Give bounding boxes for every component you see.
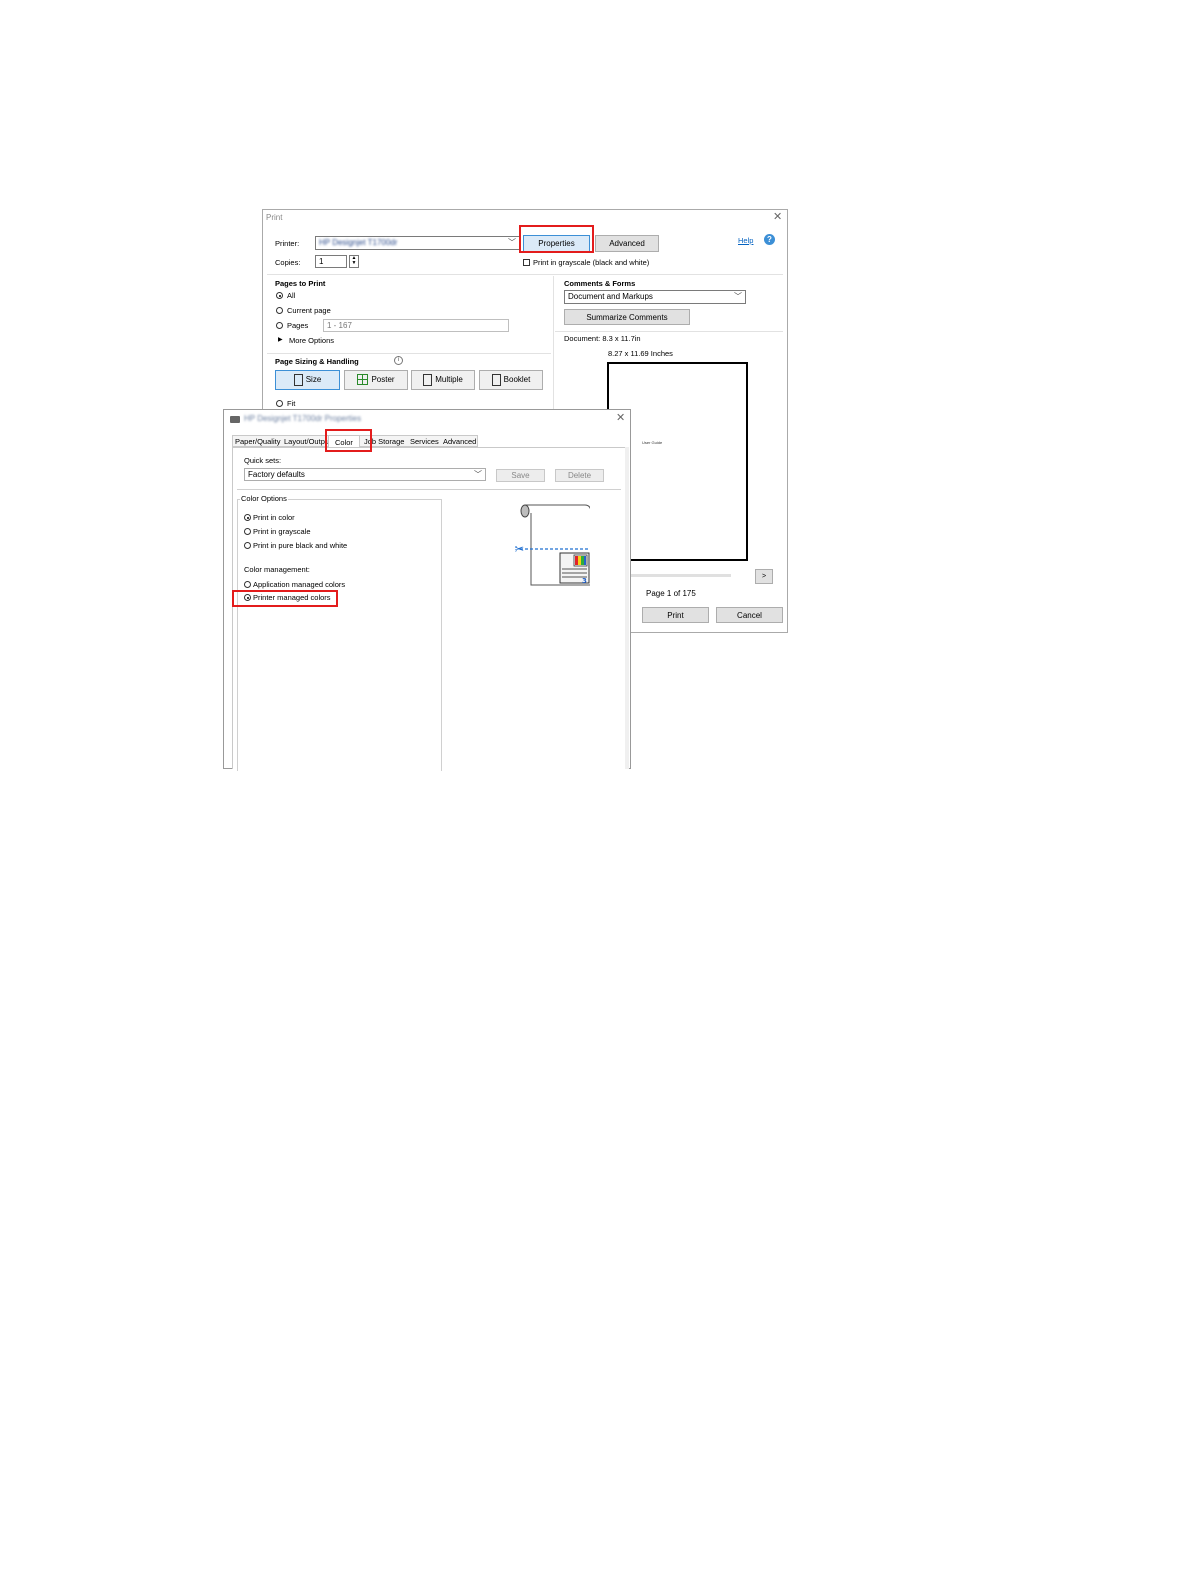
- summarize-comments-button[interactable]: Summarize Comments: [564, 309, 690, 325]
- copies-stepper[interactable]: ▲ ▼: [349, 255, 359, 268]
- size-button[interactable]: Size: [275, 370, 340, 390]
- quick-sets-label: Quick sets:: [244, 456, 282, 465]
- printer-select[interactable]: HP Designjet T1700dr ﹀: [315, 236, 520, 250]
- tab-services[interactable]: Services: [410, 437, 439, 447]
- preview-page-text: User Guide: [642, 440, 663, 445]
- help-icon[interactable]: ?: [764, 234, 775, 245]
- color-options-title: Color Options: [240, 494, 288, 503]
- comments-value: Document and Markups: [568, 292, 653, 301]
- roll-paper-illustration: ✂ 3: [514, 501, 592, 586]
- dialog-right-edge: [625, 447, 629, 769]
- svg-text:✂: ✂: [515, 542, 524, 556]
- booklet-button[interactable]: Booklet: [479, 370, 543, 390]
- poster-icon: [357, 374, 369, 386]
- quick-sets-select[interactable]: Factory defaults ﹀: [244, 468, 486, 481]
- poster-label: Poster: [371, 375, 395, 384]
- print-button[interactable]: Print: [642, 607, 709, 623]
- divider: [267, 274, 783, 275]
- page-dimensions-label: 8.27 x 11.69 Inches: [608, 349, 673, 358]
- printer-label: Printer:: [275, 239, 300, 248]
- color-management-label: Color management:: [244, 565, 310, 574]
- color-tab-highlight: [325, 429, 372, 452]
- print-pure-bw-label: Print in pure black and white: [253, 541, 348, 550]
- properties-dialog-title: HP Designjet T1700dr Properties: [244, 414, 362, 423]
- multiple-button[interactable]: Multiple: [411, 370, 475, 390]
- more-options-label[interactable]: More Options: [289, 336, 334, 345]
- booklet-icon: [491, 373, 501, 386]
- divider: [555, 331, 783, 332]
- chevron-down-icon: ﹀: [474, 470, 482, 479]
- roll-printer-icon: ✂ 3: [514, 504, 592, 586]
- pages-to-print-title: Pages to Print: [275, 279, 326, 288]
- copies-label: Copies:: [275, 258, 301, 267]
- quick-sets-value: Factory defaults: [248, 470, 305, 479]
- all-label: All: [287, 291, 296, 300]
- save-button[interactable]: Save: [496, 469, 545, 482]
- all-radio[interactable]: [276, 292, 283, 299]
- print-in-grayscale-label: Print in grayscale: [253, 527, 311, 536]
- properties-dialog: HP Designjet T1700dr Properties ✕ Paper/…: [223, 409, 631, 771]
- grayscale-checkbox[interactable]: [523, 259, 530, 266]
- help-link[interactable]: Help: [738, 236, 753, 245]
- print-dialog-title: Print: [266, 213, 283, 222]
- printer-managed-highlight: [232, 590, 338, 607]
- current-page-radio[interactable]: [276, 307, 283, 314]
- multiple-label: Multiple: [435, 375, 463, 384]
- pages-label: Pages: [287, 321, 309, 330]
- page-indicator: Page 1 of 175: [646, 589, 696, 598]
- close-icon[interactable]: ✕: [616, 413, 625, 424]
- print-in-grayscale-radio[interactable]: [244, 528, 251, 535]
- copies-input[interactable]: 1: [315, 255, 347, 268]
- page-sizing-title: Page Sizing & Handling: [275, 357, 359, 366]
- properties-highlight: [519, 225, 594, 253]
- booklet-label: Booklet: [503, 375, 531, 384]
- multiple-pages-icon: [423, 373, 433, 386]
- application-managed-label: Application managed colors: [253, 580, 346, 589]
- printer-icon: [230, 416, 240, 423]
- pages-range-input[interactable]: 1 - 167: [323, 319, 509, 332]
- tab-content: Quick sets: Factory defaults ﹀ Save Dele…: [232, 447, 626, 771]
- document-size-label: Document: 8.3 x 11.7in: [564, 334, 641, 343]
- expand-triangle-icon[interactable]: ▶: [278, 336, 283, 343]
- print-pure-bw-radio[interactable]: [244, 542, 251, 549]
- comments-select[interactable]: Document and Markups ﹀: [564, 290, 746, 304]
- divider: [237, 489, 621, 490]
- tab-paper-quality[interactable]: Paper/Quality: [235, 437, 280, 447]
- print-in-color-label: Print in color: [253, 513, 295, 522]
- advanced-button[interactable]: Advanced: [595, 235, 659, 252]
- printer-value: HP Designjet T1700dr: [319, 238, 398, 247]
- chevron-down-icon: ﹀: [508, 238, 516, 247]
- close-icon[interactable]: ✕: [773, 212, 782, 223]
- info-icon[interactable]: i: [394, 356, 403, 365]
- application-managed-radio[interactable]: [244, 581, 251, 588]
- comments-forms-title: Comments & Forms: [564, 279, 636, 288]
- page-icon: [293, 373, 303, 386]
- chevron-down-icon: ﹀: [734, 292, 742, 301]
- color-options-group: [237, 499, 442, 771]
- current-page-label: Current page: [287, 306, 331, 315]
- fit-radio[interactable]: [276, 400, 283, 407]
- fit-label: Fit: [287, 399, 296, 408]
- svg-text:3: 3: [582, 577, 587, 585]
- next-page-button[interactable]: >: [755, 569, 773, 584]
- poster-button[interactable]: Poster: [344, 370, 408, 390]
- grayscale-label: Print in grayscale (black and white): [533, 258, 650, 267]
- cancel-button[interactable]: Cancel: [716, 607, 783, 623]
- preview-scrollbar[interactable]: [623, 574, 731, 577]
- pages-radio[interactable]: [276, 322, 283, 329]
- delete-button[interactable]: Delete: [555, 469, 604, 482]
- print-in-color-radio[interactable]: [244, 514, 251, 521]
- divider: [267, 353, 551, 354]
- size-label: Size: [305, 375, 322, 384]
- tab-advanced[interactable]: Advanced: [443, 437, 476, 447]
